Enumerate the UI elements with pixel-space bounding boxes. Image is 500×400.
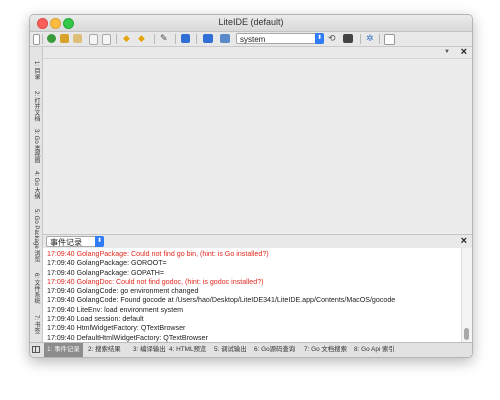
- left-tab-file-system[interactable]: 6: 文件系统: [32, 273, 40, 304]
- toolbar-separator: [175, 34, 176, 44]
- bottom-tab-html-preview[interactable]: 4: HTML预览: [169, 343, 206, 357]
- left-tab-go-class-view[interactable]: 3: Go 类视图: [32, 129, 40, 163]
- left-tab-go-package-browser[interactable]: 5: Go Package 浏览: [32, 209, 40, 262]
- log-line: 17:09:40 GolangPackage: GOPATH=: [47, 268, 165, 277]
- left-dock: 1: 目录 2: 打开文档 3: Go 类视图 4: Go 大纲 5: Go P…: [30, 47, 43, 343]
- toolbar-separator: [42, 34, 43, 44]
- bottom-tab-build-output[interactable]: 3: 编译输出: [133, 343, 166, 357]
- title-bar: LiteIDE (default): [30, 15, 472, 32]
- output-scrollbar[interactable]: [461, 248, 472, 342]
- toggle-icon[interactable]: [384, 34, 395, 45]
- chevron-down-icon: ⬍: [95, 236, 104, 247]
- log-line: 17:09:40 GolangCode: Found gocode at /Us…: [47, 296, 396, 305]
- env-icon: [220, 34, 230, 43]
- output-header: 事件记录 ⬍ ×: [43, 234, 472, 249]
- bottom-tab-search-results[interactable]: 2: 搜索结果: [88, 343, 121, 357]
- scrollbar-thumb[interactable]: [464, 328, 469, 340]
- event-log-output[interactable]: 17:09:40 GolangPackage: Could not find g…: [43, 248, 462, 342]
- environment-select[interactable]: system ⬍: [236, 33, 324, 44]
- log-line: 17:09:40 GolangPackage: GOROOT=: [47, 259, 167, 268]
- bottom-tab-debug-output[interactable]: 5: 调试输出: [214, 343, 247, 357]
- open-folder-icon[interactable]: [73, 34, 82, 43]
- liteide-window: LiteIDE (default) ◆ ◆ ✎ system ⬍ ⟲ ✲ 1: …: [29, 14, 473, 358]
- left-tab-open-docs[interactable]: 2: 打开文档: [32, 91, 40, 122]
- close-icon[interactable]: ×: [461, 235, 467, 247]
- output-selector-value: 事件记录: [50, 238, 82, 247]
- output-selector[interactable]: 事件记录 ⬍: [46, 236, 104, 247]
- panel-toggle-icon[interactable]: [32, 346, 40, 353]
- bottom-tab-event-log[interactable]: 1: 事件记录: [44, 343, 83, 357]
- log-line: 17:09:40 LiteEnv: load environment syste…: [47, 305, 184, 314]
- toolbar-separator: [360, 34, 361, 44]
- close-icon[interactable]: ×: [461, 46, 467, 58]
- open-file-icon[interactable]: [60, 34, 69, 43]
- new-project-icon[interactable]: [47, 34, 56, 43]
- environment-select-value: system: [240, 35, 266, 44]
- build-icon[interactable]: [181, 34, 190, 43]
- editor-header: ▼ ×: [43, 46, 472, 59]
- log-line: 17:09:40 GolangDoc: Could not find godoc…: [47, 277, 264, 286]
- forward-icon[interactable]: ◆: [138, 34, 147, 43]
- toolbar-separator: [379, 34, 380, 44]
- bottom-tab-go-api-index[interactable]: 8: Go Api 索引: [354, 343, 395, 357]
- terminal-icon[interactable]: [343, 34, 353, 43]
- log-line: 17:09:40 GolangCode: go environment chan…: [47, 287, 199, 296]
- save-all-icon[interactable]: [102, 34, 111, 45]
- left-tab-bookmarks[interactable]: 7: 书签: [32, 315, 40, 334]
- chevron-down-icon[interactable]: ▼: [444, 49, 450, 55]
- toolbar-separator: [154, 34, 155, 44]
- tools-icon[interactable]: ✎: [160, 34, 169, 43]
- log-line: 17:09:40 DefaultHtmlWidgetFactory: QText…: [47, 333, 208, 342]
- chevron-down-icon: ⬍: [315, 33, 324, 44]
- main-toolbar: ◆ ◆ ✎ system ⬍ ⟲ ✲: [30, 32, 472, 47]
- refresh-env-icon[interactable]: ⟲: [328, 34, 337, 43]
- bottom-tab-go-doc-search[interactable]: 7: Go 文档搜索: [304, 343, 347, 357]
- settings-icon[interactable]: ✲: [366, 34, 375, 43]
- window-title: LiteIDE (default): [218, 17, 284, 27]
- bottom-tab-go-source-query[interactable]: 6: Go源码查询: [254, 343, 295, 357]
- editor-area[interactable]: [43, 59, 472, 233]
- toolbar-separator: [116, 34, 117, 44]
- log-line: 17:09:40 Load session: default: [47, 315, 144, 324]
- left-tab-go-outline[interactable]: 4: Go 大纲: [32, 171, 40, 199]
- log-line: 17:09:40 GolangPackage: Could not find g…: [47, 250, 269, 258]
- toolbar-separator: [196, 34, 197, 44]
- log-line: 17:09:40 HtmlWidgetFactory: QTextBrowser: [47, 324, 186, 333]
- left-tab-outline[interactable]: 1: 目录: [32, 61, 40, 80]
- bottom-tab-bar: 1: 事件记录 2: 搜索结果 3: 编译输出 4: HTML预览 5: 调试输…: [30, 342, 472, 357]
- new-file-icon[interactable]: [33, 34, 40, 45]
- back-icon[interactable]: ◆: [123, 34, 132, 43]
- godoc-icon[interactable]: [203, 34, 213, 43]
- save-icon[interactable]: [89, 34, 98, 45]
